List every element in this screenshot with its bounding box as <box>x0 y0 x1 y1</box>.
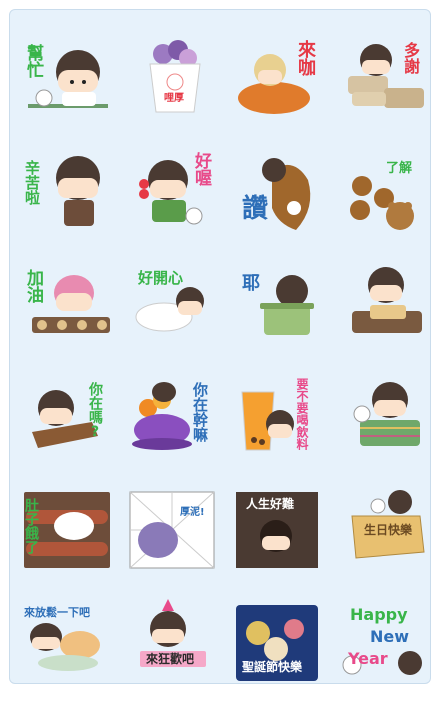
sticker-drink[interactable]: 要不要喝飲料 <box>234 378 324 474</box>
sticker-text: 來咖 <box>295 40 316 76</box>
sticker-text: 生日快樂 <box>364 523 413 537</box>
bubble-tea-icon <box>241 391 294 451</box>
sticker-text: 厚泥! <box>180 507 205 518</box>
sticker-text: 你在嗎? <box>87 382 103 440</box>
sticker-text-happy: Happy <box>350 605 408 624</box>
sticker-thanks[interactable]: 多謝 <box>340 32 430 128</box>
sticker-text-year: Year <box>348 649 388 668</box>
sticker-text-new: New <box>370 627 410 646</box>
sticker-hard-work[interactable]: 辛苦啦 <box>22 150 112 246</box>
sticker-good[interactable]: 好喔 <box>128 150 218 246</box>
sticker-life-hard[interactable]: 人生好難 <box>234 492 324 588</box>
christmas-night-icon <box>236 605 318 681</box>
sticker-grid: 幫忙 哩厚 來咖 多謝 辛苦啦 好喔 讚 了解 加油 好開心 耶 你在嗎? 你在… <box>10 10 430 683</box>
sticker-text: 來狂歡吧 <box>146 652 195 666</box>
sticker-help[interactable]: 幫忙 <box>22 32 112 128</box>
sticker-cake[interactable]: 生日快樂 <box>340 490 430 588</box>
sticker-text: 肚子餓了 <box>23 498 39 554</box>
sticker-text: 辛苦啦 <box>23 160 41 205</box>
sticker-text: 幫忙 <box>23 44 43 78</box>
bear-cookies-icon <box>350 176 414 230</box>
sticker-yeah[interactable]: 耶 <box>234 265 324 361</box>
sticker-text: 好喔 <box>191 152 211 186</box>
cake-box-icon <box>351 490 425 559</box>
sticker-basket[interactable] <box>340 378 430 474</box>
sticker-xmas[interactable]: 聖誕節快樂 <box>234 605 324 701</box>
sticker-shy[interactable]: 厚泥! <box>128 491 218 588</box>
sticker-text: 加油 <box>23 269 43 303</box>
sticker-icecream[interactable]: 你在幹嘛 <box>128 378 218 474</box>
sticker-new-year[interactable]: Happy New Year <box>340 605 430 701</box>
sticker-text: 要不要喝飲料 <box>295 378 309 450</box>
sticker-come-play[interactable]: 來放鬆一下吧 <box>22 605 112 701</box>
sticker-text: 聖誕節快樂 <box>242 660 303 674</box>
sticker-praise[interactable]: 讚 <box>234 150 324 246</box>
sticker-text: 了解 <box>386 161 413 176</box>
girl-tofu-icon <box>352 267 422 333</box>
girl-basket-icon <box>353 382 420 446</box>
sticker-are-you-there[interactable]: 你在嗎? <box>22 378 112 474</box>
sticker-hungry[interactable]: 肚子餓了 <box>22 492 112 588</box>
girl-bun-icon <box>30 623 100 671</box>
sticker-welcome[interactable]: 來狂歡吧 <box>128 599 218 701</box>
sticker-add-oil[interactable]: 加油 <box>22 265 112 361</box>
sticker-come-eat[interactable]: 來咖 <box>234 32 324 128</box>
sticker-grid-panel: 幫忙 哩厚 來咖 多謝 辛苦啦 好喔 讚 了解 加油 好開心 耶 你在嗎? 你在… <box>9 9 431 684</box>
sticker-happy[interactable]: 好開心 <box>128 265 218 361</box>
sticker-text: 哩厚 <box>164 93 184 104</box>
sticker-text: 來放鬆一下吧 <box>24 606 90 619</box>
sticker-text: 人生好難 <box>246 497 295 511</box>
sticker-text: 好開心 <box>138 269 184 287</box>
sticker-text: 讚 <box>242 194 269 224</box>
sticker-dessert[interactable]: 哩厚 <box>128 32 218 128</box>
shaved-ice-icon <box>149 40 201 113</box>
sticker-text: 多謝 <box>401 42 420 74</box>
sticker-understand[interactable]: 了解 <box>340 150 430 246</box>
sticker-text: 耶 <box>242 273 260 294</box>
sticker-text: 你在幹嘛 <box>191 382 209 442</box>
sticker-tofu[interactable] <box>340 265 430 361</box>
